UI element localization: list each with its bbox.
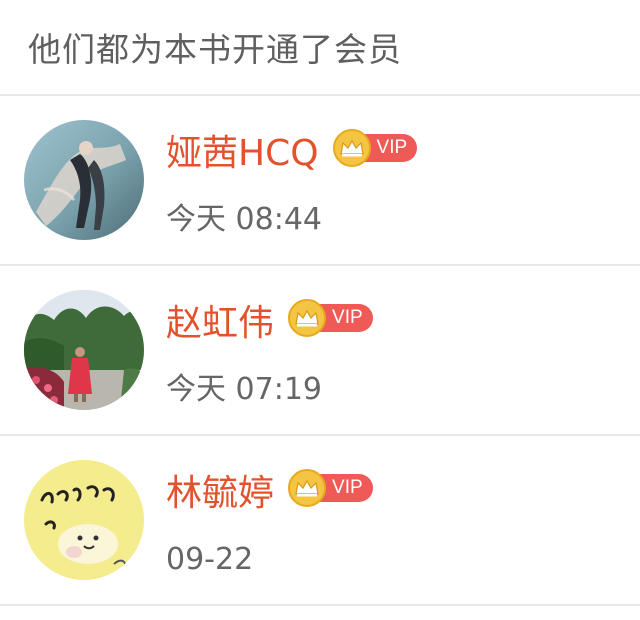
section-header: 他们都为本书开通了会员 bbox=[0, 0, 640, 94]
crown-icon bbox=[288, 469, 327, 507]
crown-icon bbox=[332, 129, 371, 167]
vip-badge: VIP bbox=[288, 299, 373, 337]
avatar-image bbox=[24, 120, 144, 240]
member-name-line: 赵虹伟 VIP bbox=[166, 299, 373, 348]
divider bbox=[0, 604, 640, 606]
avatar-image bbox=[24, 460, 144, 580]
member-name[interactable]: 娅茜HCQ bbox=[166, 130, 319, 178]
member-name[interactable]: 林毓婷 bbox=[166, 470, 274, 518]
member-name-line: 娅茜HCQ VIP bbox=[166, 129, 418, 178]
member-list-item[interactable]: 娅茜HCQ VIP 今天 08:44 bbox=[0, 96, 640, 266]
vip-badge: VIP bbox=[332, 129, 418, 167]
join-time: 今天 08:44 bbox=[166, 202, 322, 237]
join-time: 今天 07:19 bbox=[166, 372, 322, 407]
crown-icon bbox=[288, 299, 327, 337]
member-list-item[interactable]: 赵虹伟 VIP 今天 07:19 bbox=[0, 266, 640, 436]
avatar[interactable] bbox=[24, 120, 144, 240]
section-title: 他们都为本书开通了会员 bbox=[28, 30, 402, 69]
avatar[interactable] bbox=[24, 290, 144, 410]
member-name[interactable]: 赵虹伟 bbox=[166, 300, 274, 348]
member-name-line: 林毓婷 VIP bbox=[166, 469, 373, 518]
vip-badge: VIP bbox=[288, 469, 373, 507]
avatar-image bbox=[24, 290, 144, 410]
avatar[interactable] bbox=[24, 460, 144, 580]
member-list-item[interactable]: 林毓婷 VIP 09-22 bbox=[0, 436, 640, 606]
join-time: 09-22 bbox=[166, 542, 254, 577]
